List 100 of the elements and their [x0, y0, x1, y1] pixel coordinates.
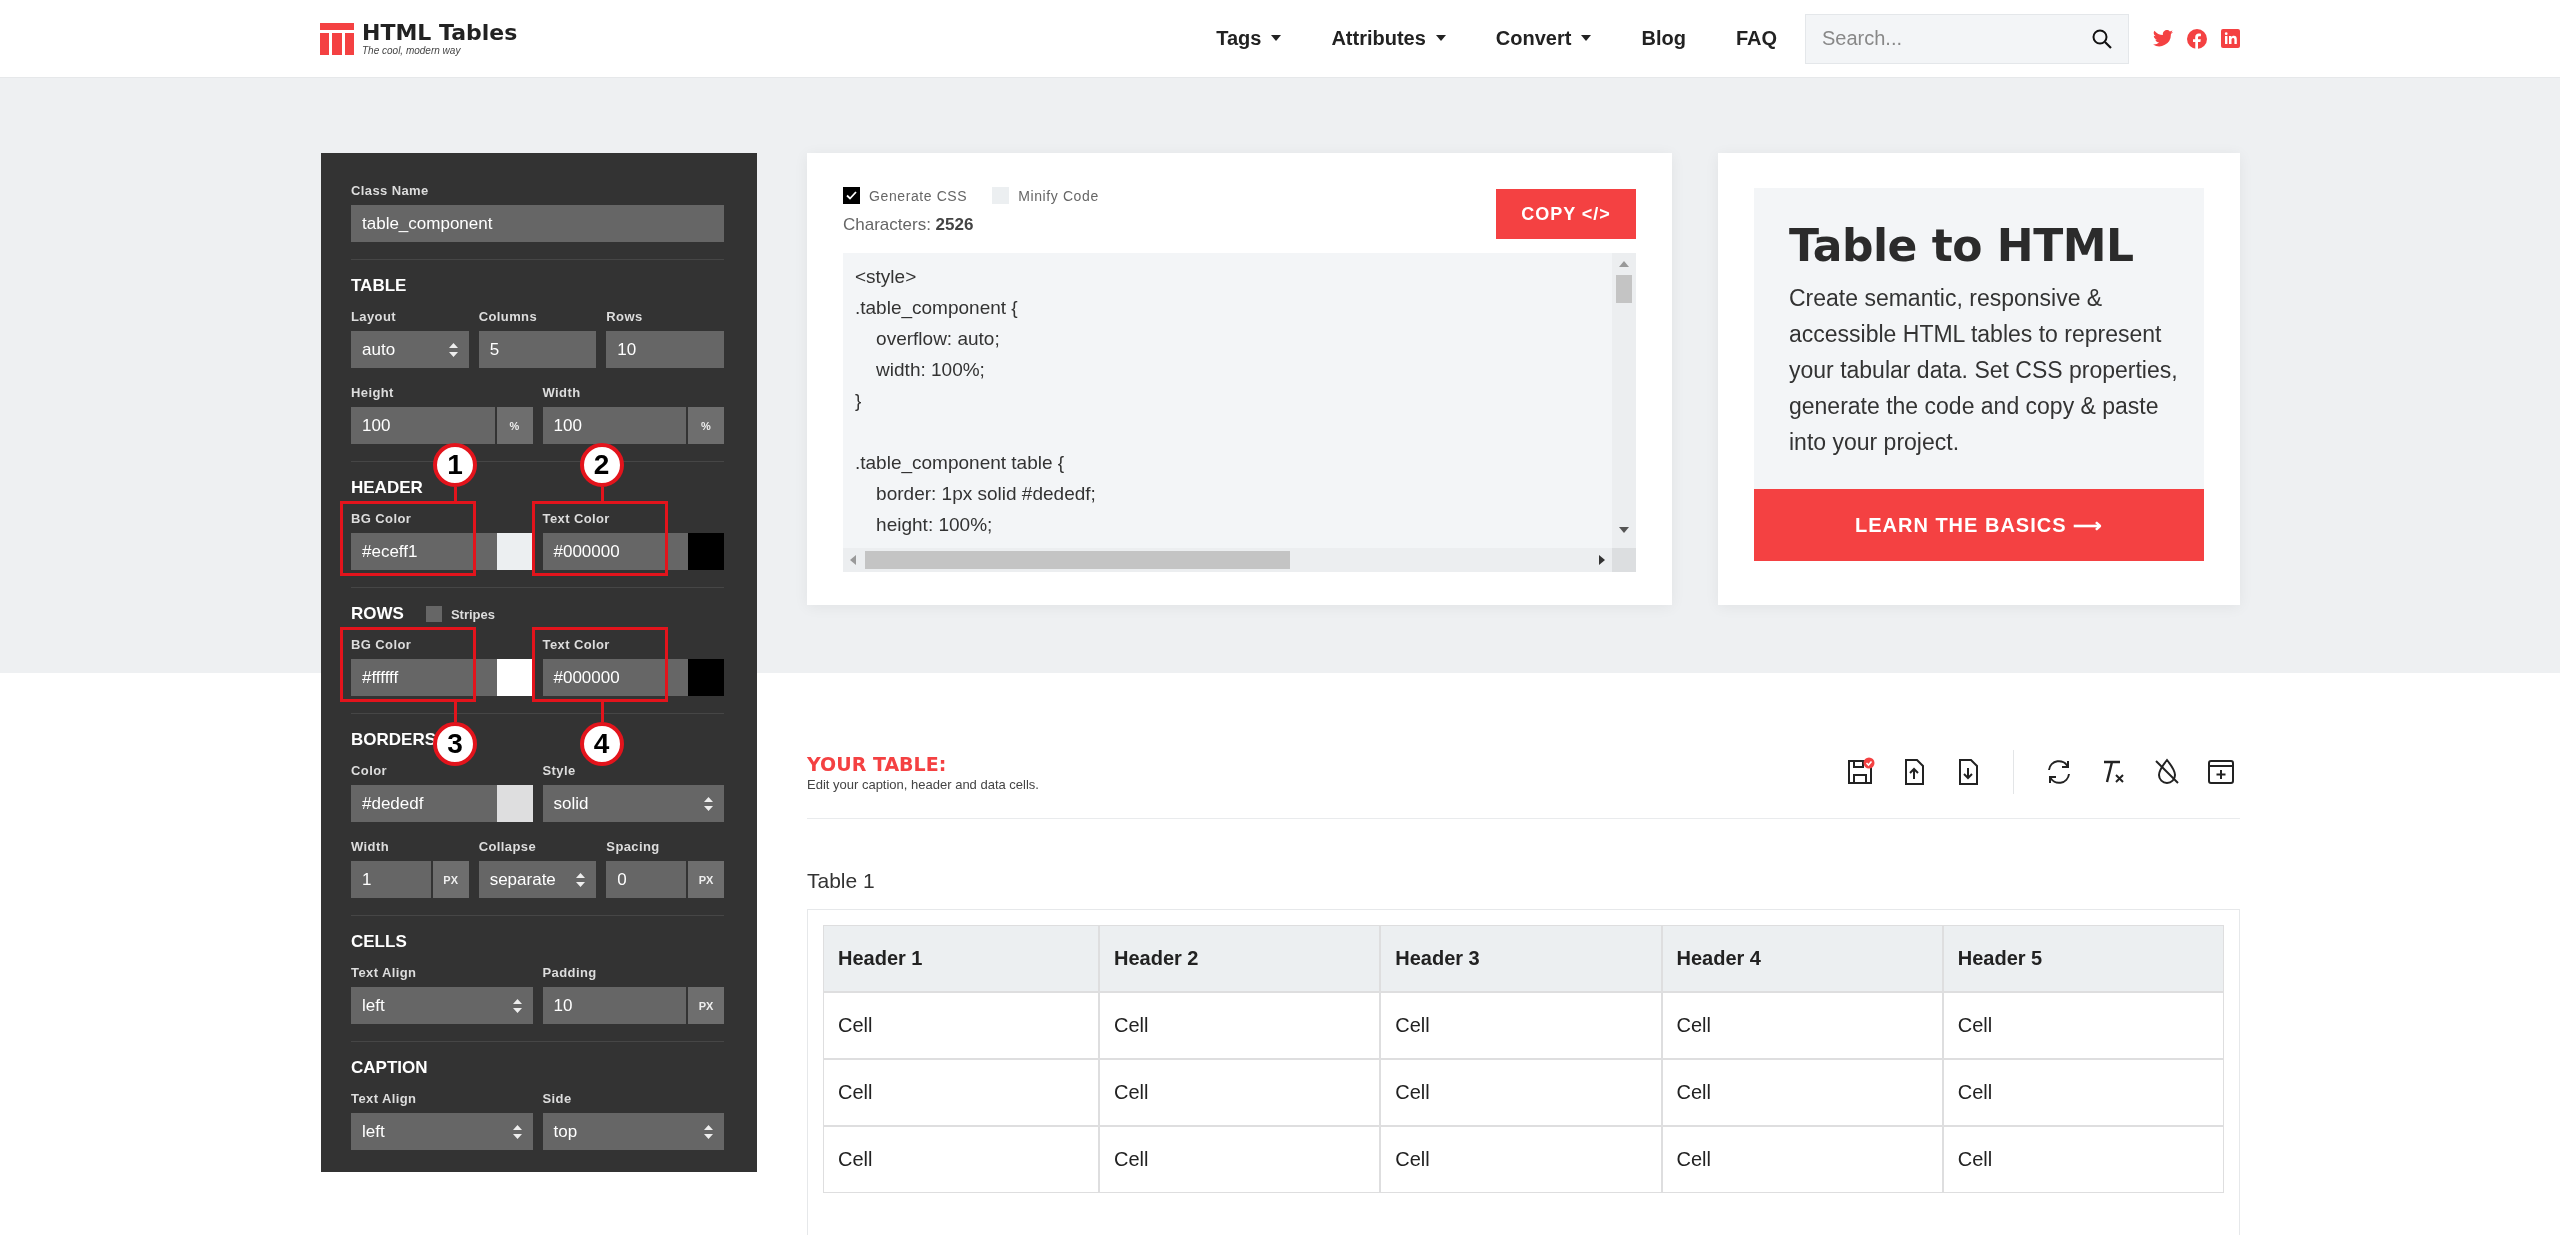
table-cell[interactable]: Cell: [1380, 992, 1662, 1059]
table-cell[interactable]: Cell: [1099, 1126, 1381, 1193]
sort-caret-icon: [512, 998, 522, 1013]
field-label: BG Color: [351, 511, 413, 527]
unit-suffix: PX: [688, 861, 724, 898]
input-field[interactable]: table_component: [351, 205, 724, 242]
header-cell[interactable]: Header 5: [1942, 925, 2224, 992]
code-line: border: 1px solid #dededf;: [875, 482, 1097, 506]
nav-link[interactable]: Attributes: [1331, 27, 1446, 50]
table-caption[interactable]: Table 1: [807, 869, 2240, 893]
color-field[interactable]: #000000: [542, 533, 724, 570]
field-label: Height: [351, 385, 395, 401]
search-icon[interactable]: [2092, 28, 2112, 49]
select-field[interactable]: separate: [478, 861, 597, 898]
field-label: Text Color: [542, 511, 611, 527]
field-label: Color: [351, 763, 388, 779]
input-field[interactable]: 10: [542, 987, 686, 1024]
caret-icon: [1581, 35, 1592, 42]
code-line: overflow: auto;: [875, 327, 1001, 351]
section-title: CELLS: [351, 932, 407, 952]
round-social-icon[interactable]: [2187, 28, 2207, 49]
checkbox-label: Stripes: [450, 606, 495, 622]
color-field[interactable]: #ffffff: [351, 659, 533, 696]
checkbox[interactable]: [843, 187, 860, 204]
intro-text: Create semantic, responsive & accessible HTML tables to represent your tabular data. Set CSS properties, generate the code and copy & paste into your project.: [1789, 284, 2178, 457]
color-swatch[interactable]: [496, 533, 533, 570]
section-title: TABLE: [351, 276, 407, 296]
vertical-scrollbar[interactable]: [1612, 253, 1636, 548]
table-cell[interactable]: Cell: [823, 1126, 1099, 1193]
select-field[interactable]: solid: [542, 785, 724, 822]
table-cell[interactable]: Cell: [1661, 992, 1943, 1059]
color-swatch[interactable]: [496, 785, 533, 822]
unit-suffix: PX: [688, 987, 724, 1024]
field-label: Spacing: [606, 839, 661, 855]
nav-link[interactable]: FAQ: [1735, 27, 1777, 50]
select-field[interactable]: left: [351, 987, 533, 1024]
field-label: Layout: [351, 309, 397, 325]
color-swatch[interactable]: [688, 533, 724, 570]
table-cell[interactable]: Cell: [1942, 1059, 2224, 1126]
select-field[interactable]: left: [351, 1113, 533, 1150]
field-label: Width: [351, 839, 390, 855]
check-icon: [846, 191, 857, 200]
caret-icon: [1435, 35, 1446, 42]
table-cell[interactable]: Cell: [1661, 1059, 1943, 1126]
color-field[interactable]: #dededf: [351, 785, 533, 822]
sort-caret-icon: [576, 872, 586, 887]
table-cell[interactable]: Cell: [1942, 1126, 2224, 1193]
color-field[interactable]: #eceff1: [351, 533, 533, 570]
sort-caret-icon: [448, 342, 458, 357]
nav-link[interactable]: Tags: [1216, 27, 1282, 50]
table-cell[interactable]: Cell: [1099, 992, 1381, 1059]
input-field[interactable]: 1: [351, 861, 431, 898]
nav-link[interactable]: Convert: [1495, 27, 1592, 50]
input-field[interactable]: 100: [351, 407, 495, 444]
select-field[interactable]: auto: [351, 331, 469, 368]
input-field[interactable]: 100: [542, 407, 686, 444]
code-line: .table_component table {: [855, 451, 1066, 476]
field-label: Text Align: [351, 965, 418, 981]
copy-button[interactable]: COPY </>: [1496, 189, 1636, 239]
field-label: Style: [542, 763, 577, 779]
input-field[interactable]: 0: [606, 861, 686, 898]
table-cell[interactable]: Cell: [1380, 1126, 1662, 1193]
table-cell[interactable]: Cell: [823, 1059, 1099, 1126]
input-field[interactable]: 10: [606, 331, 724, 368]
bird-icon[interactable]: [2153, 30, 2173, 47]
sort-caret-icon: [704, 796, 713, 811]
add-panel-icon[interactable]: [2206, 757, 2236, 787]
color-swatch[interactable]: [496, 659, 533, 696]
character-count: Characters: 2526: [843, 215, 975, 235]
sort-caret-icon: [704, 1124, 713, 1139]
header-cell[interactable]: Header 2: [1099, 925, 1381, 992]
horizontal-scrollbar[interactable]: [843, 548, 1612, 572]
code-line: .table_component {: [855, 296, 1019, 321]
field-label: Width: [542, 385, 582, 401]
table-cell[interactable]: Cell: [1661, 1126, 1943, 1193]
table-cell[interactable]: Cell: [823, 992, 1099, 1059]
square-social-icon[interactable]: [2221, 29, 2240, 48]
checkbox[interactable]: [425, 606, 442, 622]
code-area[interactable]: <style> .table_component { overflow: auto; width: 100%; } .table_component table { border: 1px solid #dededf; height: 100%;: [843, 253, 1636, 572]
editor-title: YOUR TABLE:: [807, 752, 948, 775]
code-line: <style>: [855, 265, 918, 289]
select-field[interactable]: top: [542, 1113, 724, 1150]
table-cell[interactable]: Cell: [1380, 1059, 1662, 1126]
table-cell[interactable]: Cell: [1942, 992, 2224, 1059]
header-cell[interactable]: Header 3: [1380, 925, 1662, 992]
table-cell[interactable]: Cell: [1099, 1059, 1381, 1126]
scroll-right-icon[interactable]: [1598, 554, 1606, 566]
header-cell[interactable]: Header 1: [823, 925, 1099, 992]
color-field[interactable]: #000000: [542, 659, 724, 696]
nav-link[interactable]: Blog: [1641, 27, 1686, 50]
connector-line: [454, 702, 457, 722]
logo-text[interactable]: HTML Tables: [362, 21, 518, 45]
learn-button[interactable]: LEARN THE BASICS ⟶: [1754, 489, 2204, 561]
header-cell[interactable]: Header 4: [1661, 925, 1943, 992]
save-icon[interactable]: [1845, 757, 1875, 787]
color-swatch[interactable]: [688, 659, 724, 696]
input-field[interactable]: 5: [478, 331, 597, 368]
table-logo-icon[interactable]: [320, 22, 354, 55]
unit-suffix: PX: [432, 861, 469, 898]
scrollbar-corner: [1612, 548, 1636, 572]
